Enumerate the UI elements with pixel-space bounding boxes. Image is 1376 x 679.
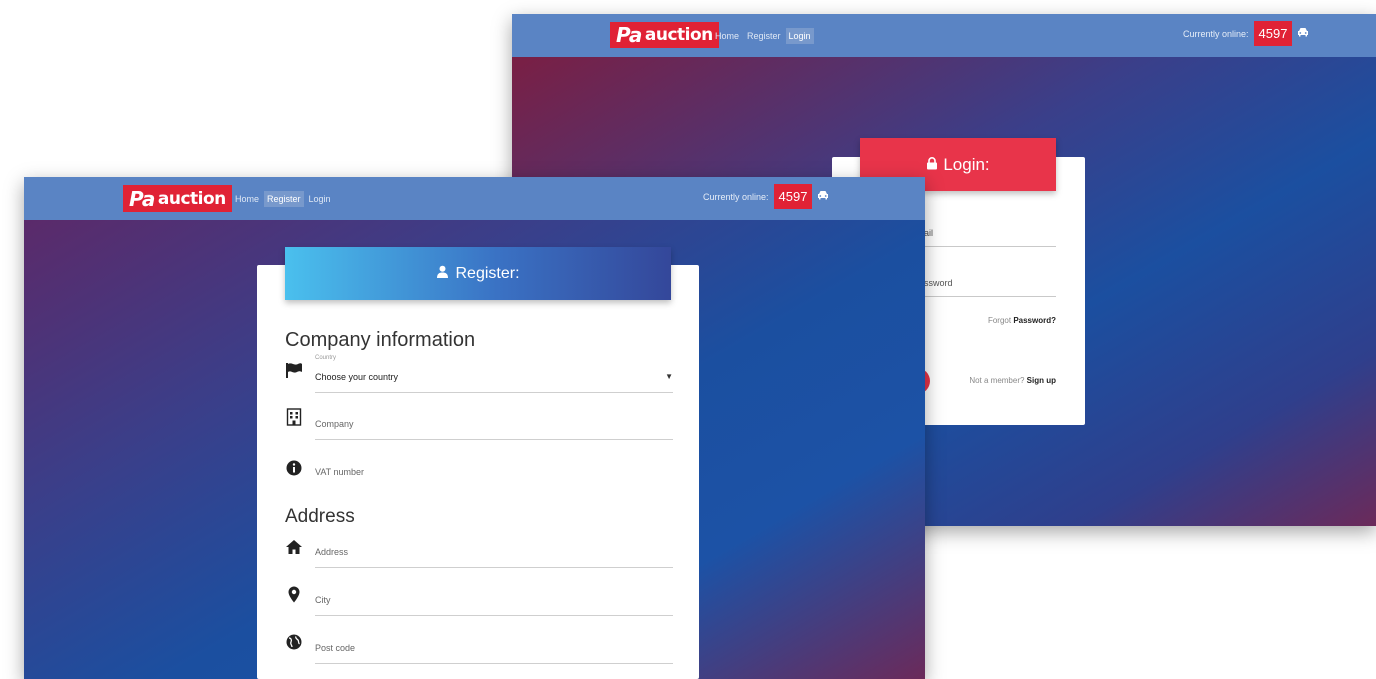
signup-link[interactable]: Not a member? Sign up — [924, 376, 1056, 385]
password-field[interactable]: ssword — [924, 278, 1056, 297]
nav-login[interactable]: Login — [785, 28, 814, 44]
country-value: Choose your country — [315, 372, 399, 382]
register-title: Register: — [455, 264, 520, 282]
section-address: Address — [285, 506, 355, 527]
logo-auction: auction — [644, 25, 713, 45]
map-marker-icon — [285, 585, 303, 603]
nav-login[interactable]: Login — [306, 191, 334, 207]
forgot-bold: Password? — [1013, 316, 1056, 325]
info-icon — [285, 459, 303, 477]
online-count-badge: 4597 — [773, 184, 813, 209]
nav-register[interactable]: Register — [264, 191, 304, 207]
online-indicator: Currently online: 4597 — [703, 184, 829, 209]
register-window: Pa auction Home Register Login Currently… — [24, 177, 925, 679]
caret-down-icon: ▼ — [665, 372, 673, 381]
forgot-password-link[interactable]: Forgot Password? — [924, 316, 1056, 325]
logo-pa: Pa — [616, 23, 642, 47]
login-title: Login: — [943, 154, 990, 174]
nav-home[interactable]: Home — [232, 191, 262, 207]
login-navbar: Pa auction Home Register Login Currently… — [512, 14, 1376, 57]
online-count-badge: 4597 — [1253, 21, 1293, 46]
nav-home[interactable]: Home — [712, 28, 742, 44]
logo-auction: auction — [157, 188, 226, 209]
screenshot-stage: Pa auction Home Register Login Currently… — [0, 0, 1376, 679]
register-navbar: Pa auction Home Register Login Currently… — [24, 177, 925, 220]
section-company-information: Company information — [285, 329, 476, 351]
company-field[interactable]: Company — [315, 419, 673, 440]
car-icon — [817, 190, 829, 203]
address-field[interactable]: Address — [315, 547, 673, 568]
online-label: Currently online: — [1183, 28, 1249, 39]
register-header: Register: — [285, 247, 671, 300]
postcode-field[interactable]: Post code — [315, 643, 673, 664]
nav-menu: Home Register Login — [712, 28, 814, 44]
logo[interactable]: Pa auction — [610, 22, 719, 48]
country-select[interactable]: Choose your country ▼ — [315, 372, 673, 393]
logo-pa: Pa — [129, 186, 155, 211]
online-indicator: Currently online: 4597 — [1183, 21, 1309, 46]
forgot-prefix: Forgot — [987, 316, 1014, 325]
home-icon — [285, 538, 303, 556]
email-field[interactable]: ail — [924, 228, 1056, 247]
lock-icon — [926, 155, 938, 175]
signup-prefix: Not a member? — [969, 376, 1027, 385]
signup-bold: Sign up — [1026, 376, 1056, 385]
building-icon — [285, 408, 303, 426]
nav-menu: Home Register Login — [232, 191, 334, 207]
car-icon — [1297, 27, 1309, 40]
vat-number-field[interactable]: VAT number — [315, 467, 673, 487]
flag-icon — [285, 361, 303, 379]
nav-register[interactable]: Register — [744, 28, 784, 44]
country-select-value-row: Choose your country ▼ — [315, 372, 673, 382]
online-label: Currently online: — [703, 191, 769, 202]
logo[interactable]: Pa auction — [123, 185, 232, 212]
user-icon — [436, 265, 449, 283]
country-label: Country — [315, 355, 337, 361]
globe-icon — [285, 633, 303, 651]
city-field[interactable]: City — [315, 595, 673, 616]
